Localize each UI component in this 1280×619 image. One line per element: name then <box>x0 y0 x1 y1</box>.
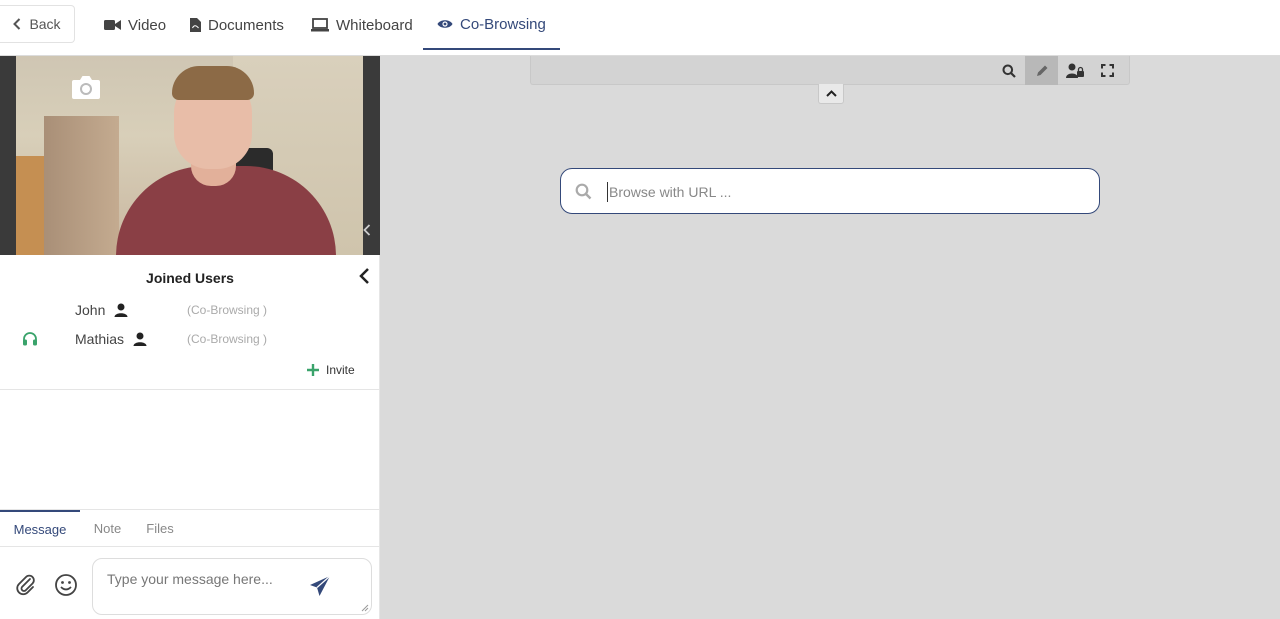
cobrowse-toolbar <box>530 56 1130 85</box>
collapse-panel-icon[interactable] <box>356 266 372 286</box>
cobrowse-workspace <box>380 56 1280 619</box>
fullscreen-icon <box>1101 64 1114 77</box>
user-lock-icon <box>1065 63 1084 78</box>
user-row-mathias: Mathias (Co-Browsing ) <box>0 329 380 351</box>
back-button[interactable]: Back <box>0 5 75 43</box>
self-video-feed <box>16 56 363 255</box>
tab-message[interactable]: Message <box>0 510 80 547</box>
laptop-icon <box>311 18 329 32</box>
tab-note[interactable]: Note <box>80 510 135 547</box>
chevron-up-icon <box>825 90 837 97</box>
resize-grip-icon[interactable] <box>361 604 369 612</box>
fullscreen-button[interactable] <box>1091 56 1124 85</box>
camera-icon <box>72 76 100 99</box>
collapse-video-icon[interactable] <box>361 222 373 238</box>
eye-icon <box>437 20 453 28</box>
control-permission-button[interactable] <box>1058 56 1091 85</box>
tab-whiteboard[interactable]: Whiteboard <box>297 0 427 50</box>
invite-label: Invite <box>326 363 355 377</box>
tab-video[interactable]: Video <box>90 0 180 50</box>
tab-files[interactable]: Files <box>135 510 185 547</box>
plus-icon <box>307 364 319 376</box>
chat-tabs: Message Note Files <box>0 509 380 547</box>
video-camera-icon <box>104 20 121 30</box>
tab-co-browsing[interactable]: Co-Browsing <box>423 0 560 50</box>
invite-button[interactable]: Invite <box>306 363 355 377</box>
joined-users-title: Joined Users <box>146 270 234 286</box>
search-icon <box>575 183 592 200</box>
pencil-icon <box>1036 65 1047 76</box>
message-input[interactable] <box>107 569 307 589</box>
headset-icon <box>23 332 37 346</box>
camera-snapshot-button[interactable] <box>71 74 101 100</box>
paperclip-icon[interactable] <box>16 574 36 596</box>
tab-documents[interactable]: Documents <box>176 0 298 50</box>
user-icon <box>133 332 147 346</box>
tab-documents-label: Documents <box>208 16 284 34</box>
user-status: (Co-Browsing ) <box>187 303 268 317</box>
search-tool-button[interactable] <box>992 56 1025 85</box>
user-status: (Co-Browsing ) <box>187 332 268 346</box>
user-name: Mathias <box>75 331 125 347</box>
emoji-icon[interactable] <box>54 573 78 597</box>
search-icon <box>1002 64 1016 78</box>
left-panel: Joined Users John (Co-Browsing ) Mathias… <box>0 56 380 619</box>
user-name: John <box>75 302 106 318</box>
chevron-left-icon <box>13 18 21 30</box>
video-panel <box>0 56 380 255</box>
url-input[interactable] <box>607 182 1077 202</box>
message-box <box>92 558 372 615</box>
url-bar <box>560 168 1100 214</box>
draw-tool-button[interactable] <box>1025 56 1058 85</box>
tab-video-label: Video <box>128 16 167 34</box>
user-row-john: John (Co-Browsing ) <box>0 300 380 322</box>
pdf-file-icon <box>190 18 201 32</box>
top-navigation: Back Video Documents Whiteboard Co-Brows… <box>0 0 1280 56</box>
paper-plane-icon[interactable] <box>309 575 331 597</box>
back-label: Back <box>29 16 61 32</box>
tab-co-browsing-label: Co-Browsing <box>460 15 546 33</box>
user-icon <box>114 303 128 317</box>
divider <box>0 389 380 390</box>
tab-whiteboard-label: Whiteboard <box>336 16 413 34</box>
toolbar-toggle-button[interactable] <box>818 84 844 104</box>
